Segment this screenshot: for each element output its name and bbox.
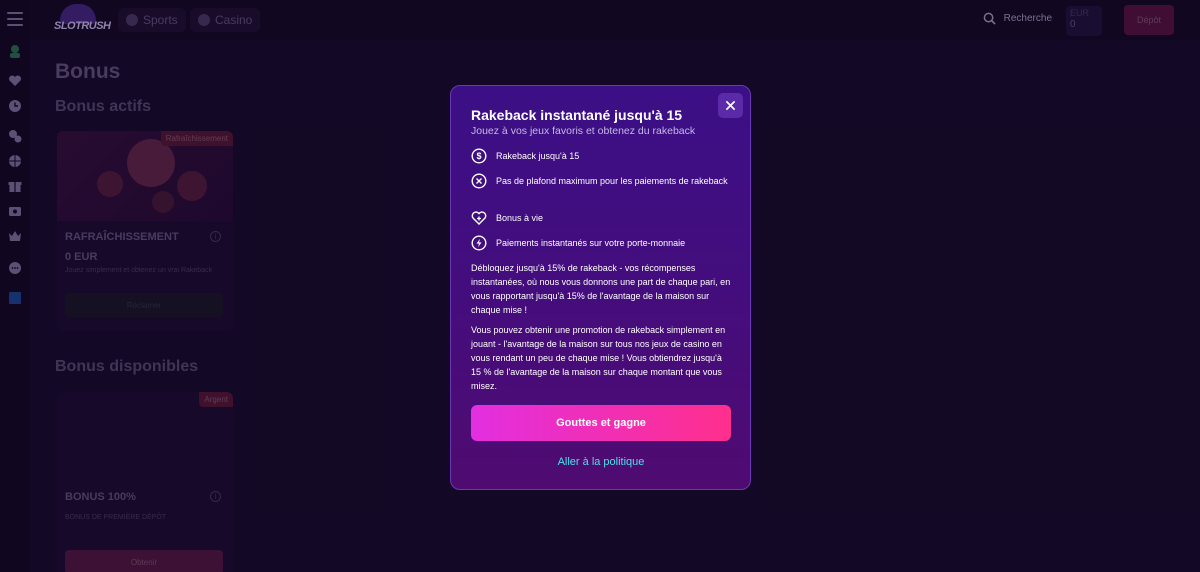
feature-item: Bonus à vie bbox=[471, 210, 731, 226]
modal-subtitle: Jouez à vos jeux favoris et obtenez du r… bbox=[471, 125, 696, 137]
modal-paragraph-1: Débloquez jusqu'à 15% de rakeback - vos … bbox=[471, 263, 731, 315]
no-limit-icon bbox=[471, 173, 487, 189]
heart-plus-icon bbox=[471, 210, 487, 226]
instant-payment-icon bbox=[471, 235, 487, 251]
feature-item: Pas de plafond maximum pour les paiement… bbox=[471, 173, 731, 189]
feature-item: $ Rakeback jusqu'à 15 bbox=[471, 148, 731, 164]
policy-link[interactable]: Aller à la politique bbox=[451, 456, 751, 468]
modal-title: Rakeback instantané jusqu'à 15 bbox=[471, 107, 683, 123]
dollar-circle-icon: $ bbox=[471, 148, 487, 164]
close-button[interactable] bbox=[718, 93, 743, 118]
modal-paragraph-2: Vous pouvez obtenir une promotion de rak… bbox=[471, 325, 726, 391]
feature-item: Paiements instantanés sur votre porte-mo… bbox=[471, 235, 731, 251]
rakeback-modal: Rakeback instantané jusqu'à 15 Jouez à v… bbox=[450, 85, 751, 490]
feature-text: Paiements instantanés sur votre porte-mo… bbox=[496, 238, 686, 248]
drops-and-wins-button[interactable]: Gouttes et gagne bbox=[471, 405, 731, 441]
svg-text:$: $ bbox=[476, 151, 481, 161]
feature-text: Pas de plafond maximum pour les paiement… bbox=[496, 176, 728, 186]
feature-text: Rakeback jusqu'à 15 bbox=[496, 151, 580, 161]
feature-text: Bonus à vie bbox=[496, 213, 544, 223]
close-icon bbox=[725, 100, 736, 111]
